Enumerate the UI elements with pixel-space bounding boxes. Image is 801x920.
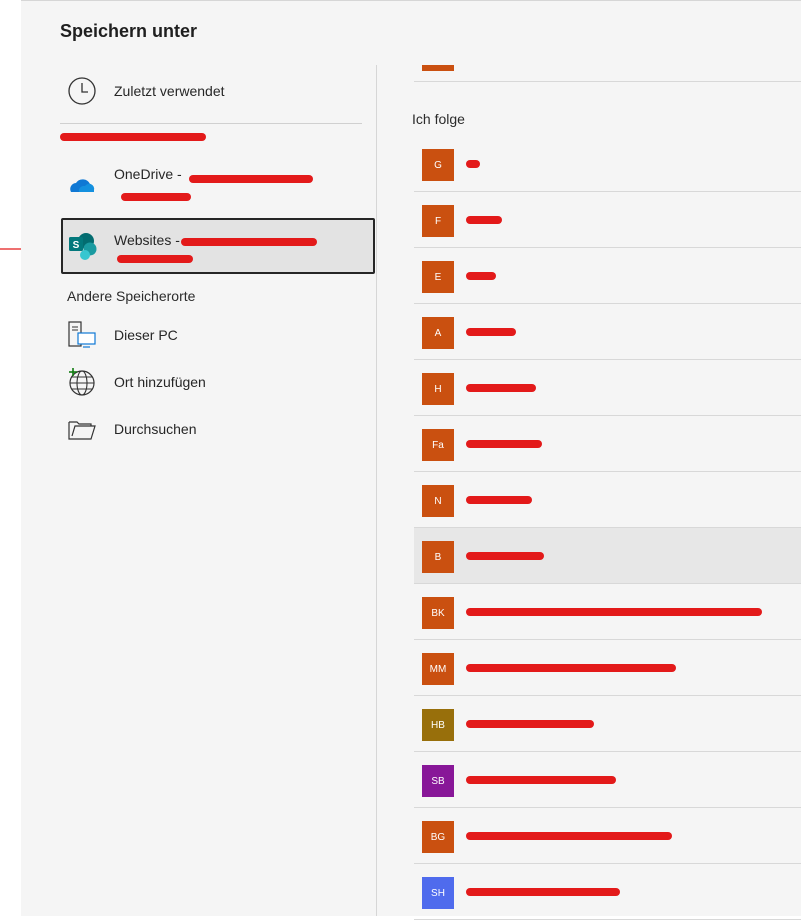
save-as-panel: Speichern unter Zuletzt verwendet OneDri… [21,0,801,920]
redacted-site-name [466,496,532,504]
site-initials-badge: H [422,373,454,405]
site-initials-badge: BK [422,597,454,629]
folder-icon [67,414,97,444]
globe-add-icon [67,367,97,397]
nav-onedrive[interactable]: OneDrive - [61,159,375,215]
site-initials-badge: A [422,317,454,349]
redacted-site-name [466,776,616,784]
websites-label: Websites - [114,232,180,248]
other-locations-heading: Andere Speicherorte [67,288,196,304]
pane-separator [376,65,377,916]
redacted-site-name [466,608,762,616]
site-row[interactable]: Fa [414,416,801,472]
nav-browse[interactable]: Durchsuchen [61,409,373,449]
page-title: Speichern unter [60,21,198,41]
site-initials-badge: B [422,541,454,573]
site-row[interactable]: SB [414,752,801,808]
site-row[interactable]: H [414,360,801,416]
site-initials-badge: HB [422,709,454,741]
site-initials-badge: G [422,149,454,181]
divider [414,81,801,82]
onedrive-label: OneDrive - [114,166,182,182]
site-row[interactable]: HB [414,696,801,752]
site-row[interactable]: G [414,136,801,192]
redacted-site-name [466,440,542,448]
nav-recent-label: Zuletzt verwendet [114,83,225,99]
site-initials-badge: SH [422,877,454,909]
site-initials-badge: F [422,205,454,237]
site-row[interactable]: BG [414,808,801,864]
redacted-site-name [466,888,620,896]
computer-icon [67,320,97,350]
site-initials-badge: Fa [422,429,454,461]
left-margin [0,0,21,915]
site-row[interactable]: F [414,192,801,248]
redacted-site-name [466,216,502,224]
nav-recent[interactable]: Zuletzt verwendet [61,71,373,111]
redacted-site-name [466,160,480,168]
redacted-site-name [466,384,536,392]
redacted-onedrive-org [189,175,313,183]
redacted-site-name [466,832,672,840]
svg-text:S: S [73,240,80,251]
site-row[interactable]: N [414,472,801,528]
site-row[interactable]: MM [414,640,801,696]
following-heading: Ich folge [412,111,465,127]
nav-browse-label: Durchsuchen [114,421,197,437]
site-row[interactable]: BK [414,584,801,640]
redacted-websites-org [181,238,317,246]
redacted-site-name [466,328,516,336]
site-initials-badge: E [422,261,454,293]
sharepoint-icon: S [68,231,98,261]
site-initials-badge: N [422,485,454,517]
redacted-site-name [466,720,594,728]
clock-icon [67,76,97,106]
site-initials-badge: BG [422,821,454,853]
nav-websites[interactable]: S Websites - [61,218,375,274]
site-initials-badge: SB [422,765,454,797]
redacted-site-name [466,552,544,560]
redacted-websites-email [117,255,193,263]
redacted-onedrive-email [121,193,191,201]
redacted-site-name [466,664,676,672]
site-row[interactable]: SH [414,864,801,920]
redacted-site-name [466,272,496,280]
nav-add-place-label: Ort hinzufügen [114,374,206,390]
onedrive-icon [67,171,97,201]
divider [60,123,362,124]
site-row[interactable]: E [414,248,801,304]
partial-site-badge [422,65,454,71]
site-initials-badge: MM [422,653,454,685]
nav-this-pc[interactable]: Dieser PC [61,315,373,355]
redacted-org-label [60,133,206,141]
nav-add-place[interactable]: Ort hinzufügen [61,362,373,402]
site-row[interactable]: A [414,304,801,360]
site-row[interactable]: B [414,528,801,584]
nav-this-pc-label: Dieser PC [114,327,178,343]
